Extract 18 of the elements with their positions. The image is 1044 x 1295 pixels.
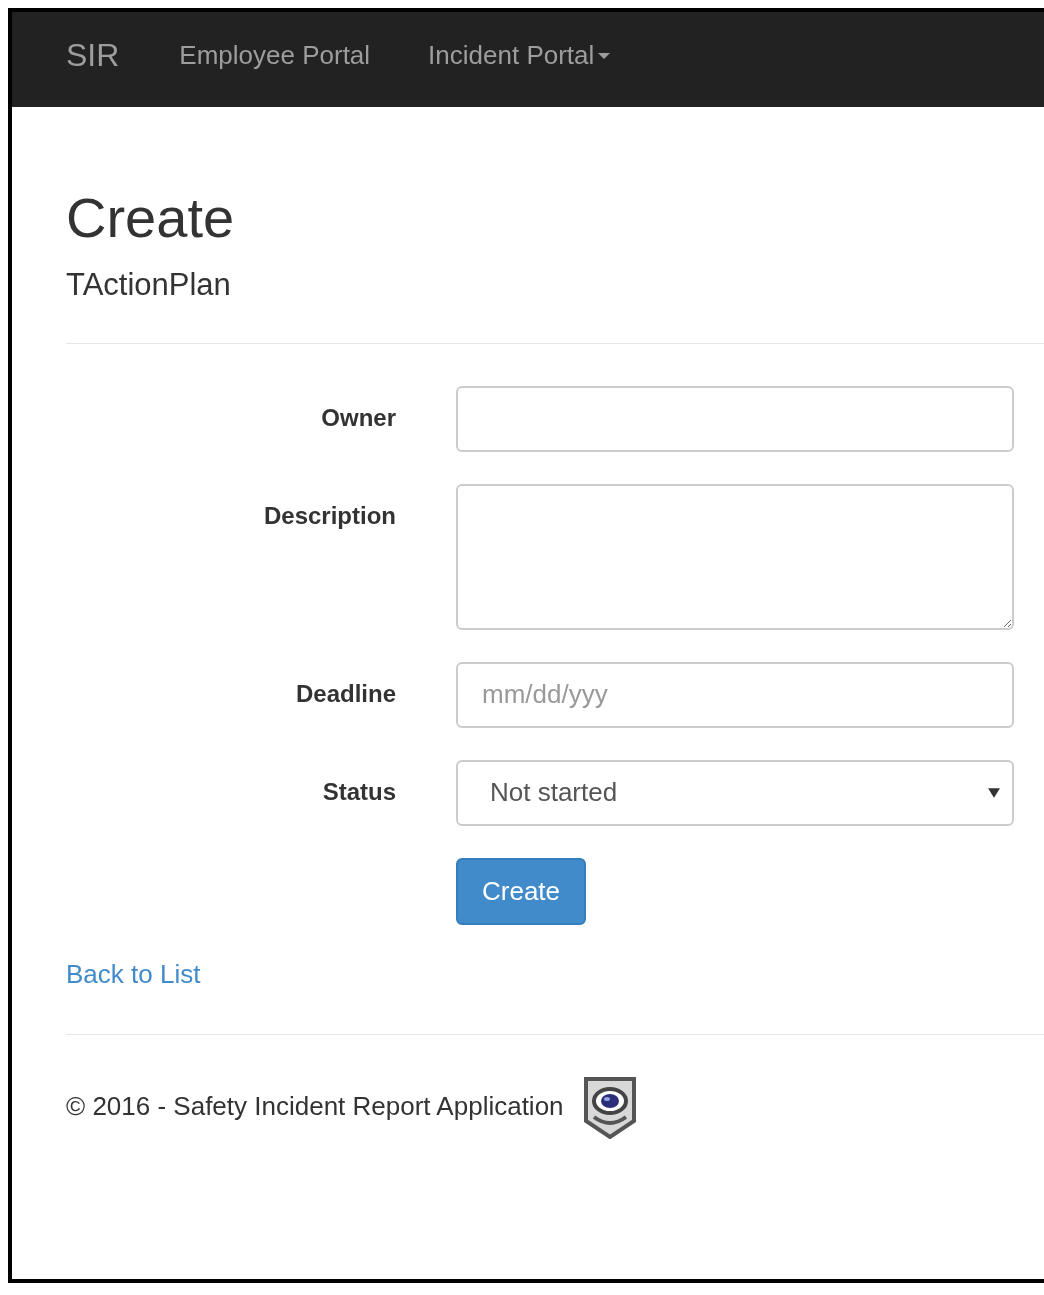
select-field[interactable]: Not started [456, 759, 1014, 826]
input-field[interactable] [456, 385, 1014, 452]
text-area[interactable] [456, 483, 1014, 630]
nav-link[interactable]: Incident Portal [428, 40, 611, 71]
brand-link[interactable]: SIR [66, 37, 120, 74]
field-label: Deadline [294, 678, 396, 708]
field-label: Description [262, 500, 396, 530]
field-label: Owner [320, 402, 396, 432]
shield-eye-icon [581, 1074, 638, 1139]
page-title: Create [66, 187, 236, 249]
page-subtitle: TActionPlan [66, 266, 232, 303]
field-label: Status [321, 776, 396, 806]
back-link[interactable]: Back to List [66, 958, 201, 990]
date-field[interactable]: mm/dd/yyy [456, 661, 1014, 728]
nav-link[interactable]: Employee Portal [179, 40, 371, 71]
create-button[interactable]: Create [456, 857, 587, 925]
caret-icon [988, 787, 1000, 798]
footer-text: © 2016 - Safety Incident Report Application [66, 1091, 564, 1123]
